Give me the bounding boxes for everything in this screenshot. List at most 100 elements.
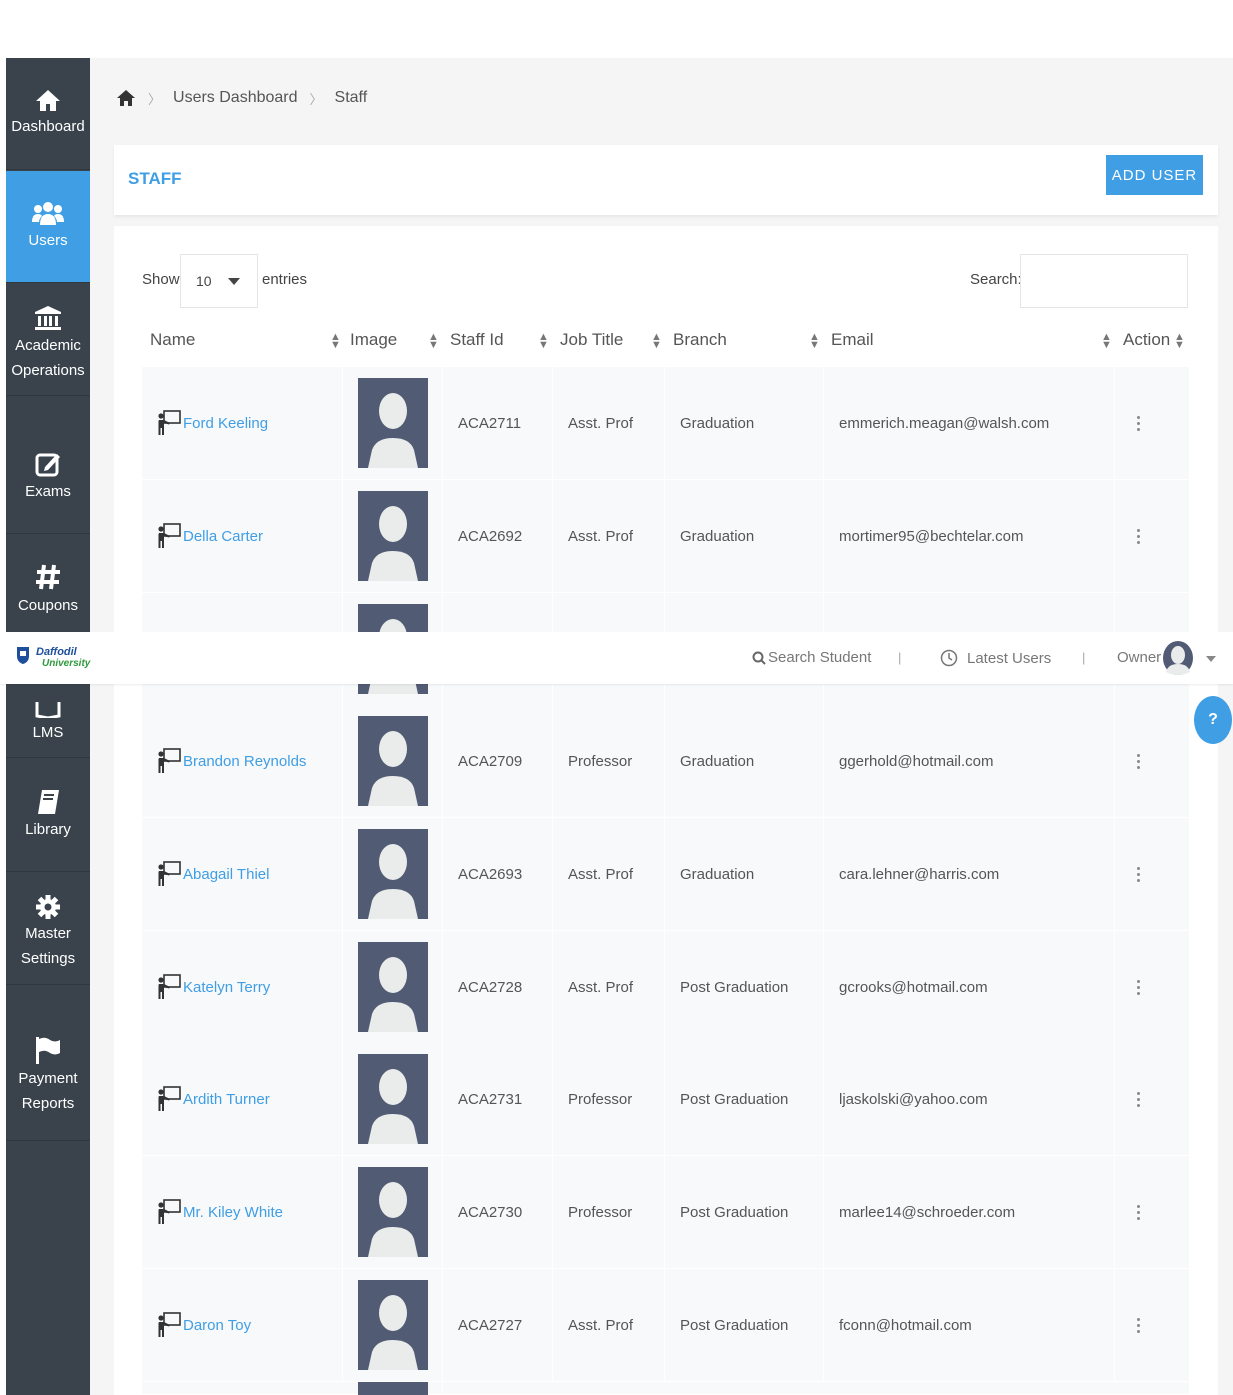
cell-branch: Graduation (665, 705, 824, 817)
cell-staff-id: ACA2709 (443, 705, 553, 817)
staff-name-link[interactable]: Mr. Kiley White (183, 1204, 283, 1221)
cell-branch: Graduation (665, 480, 824, 592)
more-options-icon[interactable] (1137, 1091, 1141, 1107)
staff-name-link[interactable]: Brandon Reynolds (183, 753, 306, 770)
chevron-down-icon[interactable] (1206, 656, 1216, 662)
cell-image (343, 367, 443, 479)
university-logo[interactable]: Daffodil University (12, 642, 90, 676)
sidebar: Dashboard Users Academic Operations Exam… (6, 58, 90, 1395)
cell-action (1115, 1156, 1189, 1268)
edit-icon (35, 453, 60, 477)
search-student-label: Search Student (768, 649, 872, 666)
sort-icon[interactable]: ▲ ▼ (1101, 332, 1112, 351)
staff-name-link[interactable]: Ford Keeling (183, 415, 268, 432)
cell-name: Mr. Kiley White (142, 1156, 343, 1268)
staff-name-link[interactable]: Abagail Thiel (183, 866, 269, 883)
staff-name-link[interactable]: Della Carter (183, 528, 263, 545)
cell-staff-id: ACA2693 (443, 818, 553, 930)
sidebar-item-coupons[interactable]: Coupons (6, 535, 90, 647)
show-label: Show (142, 271, 180, 288)
sort-icon[interactable]: ▲ ▼ (428, 332, 439, 351)
sidebar-item-lms[interactable]: LMS (6, 685, 90, 758)
page-length-value: 10 (196, 273, 212, 289)
column-header-branch[interactable]: Branch (673, 330, 727, 350)
page-length-select[interactable]: 10 (180, 254, 258, 308)
user-avatar-icon[interactable] (1162, 640, 1194, 676)
table-row: Della Carter ACA2692 Asst. Prof Graduation m… (142, 480, 1189, 593)
staff-photo (357, 1167, 428, 1257)
table-row: Mr. Kiley White ACA2730 Professor Post Grad… (142, 1156, 1189, 1269)
add-user-button[interactable]: ADD USER (1106, 155, 1203, 195)
teacher-icon (158, 410, 181, 435)
sort-icon[interactable]: ▲ ▼ (1174, 332, 1185, 351)
home-icon[interactable] (116, 89, 136, 107)
search-student-link[interactable]: Search Student (752, 649, 871, 666)
cell-email: fconn@hotmail.com (824, 1269, 1115, 1381)
more-options-icon[interactable] (1137, 979, 1141, 995)
bank-icon (35, 305, 61, 330)
cell-job-title: Asst. Prof (553, 367, 665, 479)
sidebar-item-library[interactable]: Library (6, 760, 90, 872)
help-button[interactable]: ? (1194, 696, 1232, 744)
sidebar-item-payment-reports[interactable]: Payment Reports (6, 1011, 90, 1141)
table-row: Abagail Thiel ACA2693 Asst. Prof Graduation… (142, 818, 1189, 931)
more-options-icon[interactable] (1137, 415, 1141, 431)
more-options-icon[interactable] (1137, 866, 1141, 882)
sort-icon[interactable]: ▲ ▼ (330, 332, 341, 351)
cell-image (343, 1043, 443, 1155)
sidebar-item-master-settings[interactable]: Master Settings (6, 873, 90, 985)
cell-email: marlee14@schroeder.com (824, 1156, 1115, 1268)
sidebar-item-exams[interactable]: Exams (6, 422, 90, 534)
cell-action (1115, 480, 1189, 592)
sidebar-item-academic-operations[interactable]: Academic Operations (6, 284, 90, 396)
logo-text: University (42, 658, 91, 669)
cell-action (1115, 705, 1189, 817)
sidebar-item-label: Coupons (17, 597, 79, 614)
book-open-icon (35, 702, 61, 718)
column-header-staff-id[interactable]: Staff Id (450, 330, 504, 350)
teacher-icon (158, 1312, 181, 1337)
more-options-icon[interactable] (1137, 753, 1141, 769)
cell-image (343, 1382, 443, 1395)
column-header-job-title[interactable]: Job Title (560, 330, 623, 350)
cell-email: cara.lehner@harris.com (824, 818, 1115, 930)
owner-label[interactable]: Owner (1117, 649, 1161, 666)
cell-staff-id: ACA2711 (443, 367, 553, 479)
cell-action (1115, 1269, 1189, 1381)
column-header-email[interactable]: Email (831, 330, 874, 350)
sort-icon[interactable]: ▲ ▼ (538, 332, 549, 351)
sort-icon[interactable]: ▲ ▼ (809, 332, 820, 351)
staff-name-link[interactable]: Ardith Turner (183, 1091, 270, 1108)
more-options-icon[interactable] (1137, 528, 1141, 544)
cell-branch: Post Graduation (665, 1156, 824, 1268)
home-icon (36, 90, 60, 111)
cell-image (343, 931, 443, 1043)
cell-email: gcrooks@hotmail.com (824, 931, 1115, 1043)
cell-branch: Post Graduation (665, 1269, 824, 1381)
search-input[interactable] (1020, 254, 1188, 308)
staff-photo (357, 942, 428, 1032)
cell-name: Katelyn Terry (142, 931, 343, 1043)
divider: | (898, 650, 902, 665)
staff-name-link[interactable]: Daron Toy (183, 1317, 251, 1334)
sidebar-item-users[interactable]: Users (6, 171, 90, 283)
more-options-icon[interactable] (1137, 1204, 1141, 1220)
latest-users-link[interactable]: Latest Users (940, 649, 1051, 667)
staff-name-link[interactable]: Katelyn Terry (183, 979, 270, 996)
breadcrumb-users-dashboard[interactable]: Users Dashboard (173, 89, 298, 107)
sidebar-item-dashboard[interactable]: Dashboard (6, 58, 90, 170)
crest-icon (17, 647, 29, 664)
staff-photo (357, 1280, 428, 1370)
cell-staff-id: ACA2728 (443, 931, 553, 1043)
sidebar-item-label: Library (25, 821, 71, 838)
column-header-name[interactable]: Name (150, 330, 195, 350)
cell-name: Della Carter (142, 480, 343, 592)
sort-icon[interactable]: ▲ ▼ (651, 332, 662, 351)
top-bar: Daffodil University Search Student | Lat… (0, 632, 1233, 684)
cell-image (343, 705, 443, 817)
column-header-action[interactable]: Action (1123, 330, 1170, 350)
column-header-image[interactable]: Image (350, 330, 397, 350)
more-options-icon[interactable] (1137, 1317, 1141, 1333)
cell-branch: Post Graduation (665, 1043, 824, 1155)
cell-job-title: Asst. Prof (553, 931, 665, 1043)
